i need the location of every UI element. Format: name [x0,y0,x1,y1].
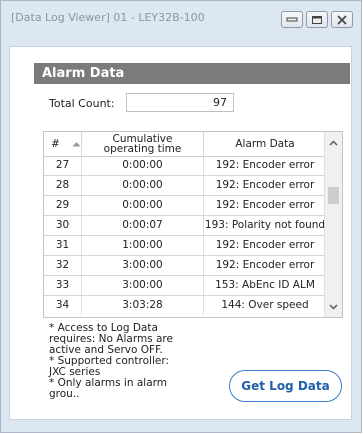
row-alarm: 192: Encoder error [215,259,315,271]
row-number: 27 [44,156,82,175]
row-alarm: 192: Encoder error [215,239,315,251]
scroll-up-button[interactable] [325,134,342,151]
column-label: Cumulative operating time [103,133,182,155]
table-row[interactable]: 31 1:00:00 192: Encoder error [44,236,326,256]
total-count-label: Total Count: [49,97,115,110]
vertical-scrollbar[interactable] [324,132,342,317]
row-time: 0:00:00 [82,196,204,215]
row-time: 0:00:07 [82,216,204,235]
row-number: 30 [44,216,82,235]
note-access: * Access to Log Data requires: No Alarms… [49,322,173,356]
alarm-table[interactable]: # Cumulative operating time Alarm Data 2… [43,131,343,318]
chevron-up-icon [329,140,338,145]
column-header-alarm[interactable]: Alarm Data [204,132,326,156]
get-log-data-button[interactable]: Get Log Data [229,370,342,402]
row-time: 0:00:00 [82,156,204,175]
table-row[interactable]: 32 3:00:00 192: Encoder error [44,256,326,276]
column-label: Alarm Data [235,138,295,150]
close-icon [337,14,347,25]
row-time: 1:00:00 [82,236,204,255]
row-number: 28 [44,176,82,195]
window-title: [Data Log Viewer] 01 - LEY32B-100 [11,11,205,24]
table-header: # Cumulative operating time Alarm Data [44,132,326,157]
scroll-down-button[interactable] [325,298,342,315]
note-supported: * Supported controller: JXC series [49,355,170,378]
table-row[interactable]: 27 0:00:00 192: Encoder error [44,156,326,176]
row-alarm: 192: Encoder error [215,199,315,211]
column-header-number[interactable]: # [44,132,82,156]
row-alarm: 153: AbEnc ID ALM [215,279,315,291]
note-alarm-group: * Only alarms in alarm grou.. [49,377,167,400]
row-alarm: 192: Encoder error [215,159,315,171]
total-count-field: 97 [126,93,234,112]
maximize-icon [312,15,322,24]
row-time: 0:00:00 [82,176,204,195]
row-number: 33 [44,276,82,295]
minimize-icon [286,17,298,22]
table-row[interactable]: 29 0:00:00 192: Encoder error [44,196,326,216]
minimize-button[interactable] [281,11,303,28]
column-header-time[interactable]: Cumulative operating time [82,132,204,156]
row-time: 3:03:28 [82,296,204,315]
title-bar: [Data Log Viewer] 01 - LEY32B-100 [1,1,361,35]
notes: * Access to Log Data requires: No Alarms… [49,323,189,400]
row-number: 34 [44,296,82,315]
close-button[interactable] [331,11,353,28]
row-alarm: 192: Encoder error [215,179,315,191]
chevron-down-icon [329,304,338,309]
row-alarm: 144: Over speed [221,299,309,311]
section-title: Alarm Data [34,63,350,84]
table-row[interactable]: 33 3:00:00 153: AbEnc ID ALM [44,276,326,296]
table-row[interactable]: 28 0:00:00 192: Encoder error [44,176,326,196]
scrollbar-thumb[interactable] [328,187,339,204]
table-row[interactable]: 34 3:03:28 144: Over speed [44,296,326,316]
row-time: 3:00:00 [82,276,204,295]
row-alarm: 193: Polarity not found [204,219,326,231]
maximize-button[interactable] [306,11,328,28]
row-time: 3:00:00 [82,256,204,275]
row-number: 29 [44,196,82,215]
column-label: # [51,138,60,150]
row-number: 32 [44,256,82,275]
table-row[interactable]: 30 0:00:07 193: Polarity not found [44,216,326,236]
sort-up-icon [72,142,81,147]
row-number: 31 [44,236,82,255]
